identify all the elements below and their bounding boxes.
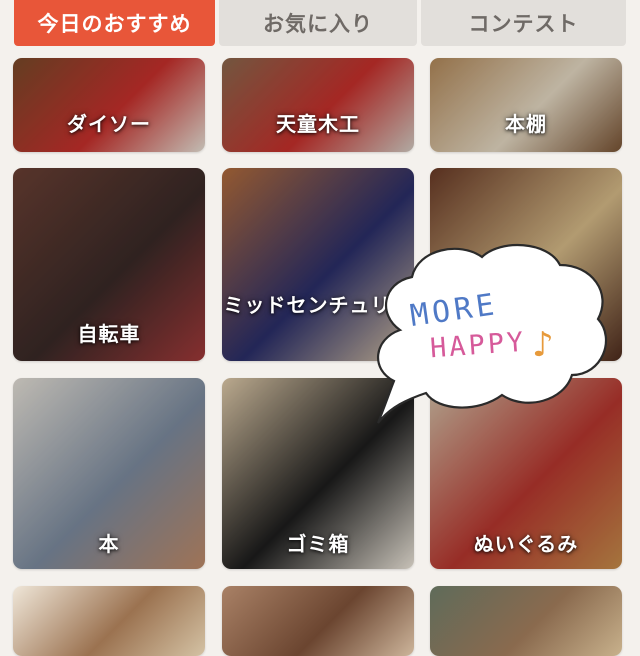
tab-todays-recommendations[interactable]: 今日のおすすめ: [14, 0, 215, 46]
tab-favorites[interactable]: お気に入り: [219, 0, 417, 46]
tile-label: ぬいぐるみ: [473, 532, 579, 556]
tile-2[interactable]: 本棚: [430, 58, 622, 152]
tile-10[interactable]: [222, 586, 414, 656]
tile-photo: [222, 586, 414, 656]
tile-label: 本: [98, 532, 120, 556]
tile-label: 天童木工: [276, 112, 360, 136]
music-note-icon: ♪: [532, 325, 554, 365]
tab-bar: 今日のおすすめ お気に入り コンテスト: [0, 0, 640, 48]
tile-6[interactable]: 本: [13, 378, 205, 569]
tile-9[interactable]: [13, 586, 205, 656]
tab-contest[interactable]: コンテスト: [421, 0, 626, 46]
tile-photo: [13, 586, 205, 656]
tile-11[interactable]: [430, 586, 622, 656]
tile-0[interactable]: ダイソー: [13, 58, 205, 152]
tile-photo: [430, 586, 622, 656]
tile-3[interactable]: 自転車: [13, 168, 205, 361]
tile-label: ダイソー: [67, 112, 151, 136]
tile-label: ゴミ箱: [286, 532, 350, 556]
speech-bubble-sticker: MORE HAPPY ♪: [360, 235, 616, 430]
tile-label: 本棚: [505, 112, 547, 136]
tile-1[interactable]: 天童木工: [222, 58, 414, 152]
tile-label: 自転車: [77, 322, 141, 346]
